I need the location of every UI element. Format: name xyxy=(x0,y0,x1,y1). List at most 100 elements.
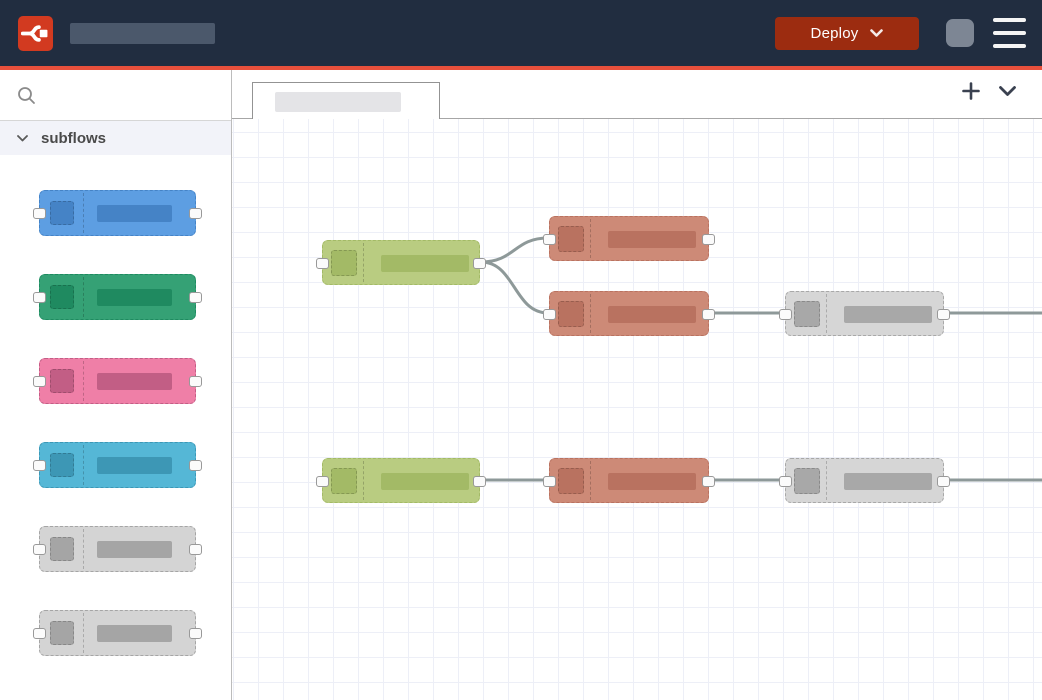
node-icon-separator xyxy=(83,445,84,485)
node-output-port[interactable] xyxy=(189,628,202,639)
node-icon-placeholder xyxy=(558,226,584,252)
node-input-port[interactable] xyxy=(543,309,556,320)
node-label-placeholder xyxy=(97,205,172,222)
node-label-placeholder xyxy=(97,373,172,390)
palette-search[interactable] xyxy=(0,70,231,121)
node-output-port[interactable] xyxy=(189,544,202,555)
search-icon xyxy=(17,86,36,105)
node-input-port[interactable] xyxy=(33,628,46,639)
node-input-port[interactable] xyxy=(33,292,46,303)
node-icon-placeholder xyxy=(50,537,74,561)
node-label-placeholder xyxy=(608,231,696,248)
node-icon-separator xyxy=(363,461,364,500)
node-output-port[interactable] xyxy=(189,292,202,303)
workspace-title-placeholder xyxy=(70,23,215,44)
hamburger-icon xyxy=(993,18,1026,22)
node-label-placeholder xyxy=(381,255,469,272)
palette-node-blue[interactable] xyxy=(39,190,196,236)
flow-node-green[interactable] xyxy=(322,458,480,503)
node-icon-separator xyxy=(83,529,84,569)
node-icon-placeholder xyxy=(331,468,357,494)
deploy-button[interactable]: Deploy xyxy=(775,17,919,50)
node-label-placeholder xyxy=(97,541,172,558)
node-label-placeholder xyxy=(97,457,172,474)
wire-layer xyxy=(232,119,1042,700)
node-icon-placeholder xyxy=(794,468,820,494)
chevron-down-icon xyxy=(999,86,1016,97)
add-flow-button[interactable] xyxy=(960,80,982,102)
node-output-port[interactable] xyxy=(937,309,950,320)
node-output-port[interactable] xyxy=(473,258,486,269)
node-output-port[interactable] xyxy=(473,476,486,487)
node-icon-separator xyxy=(590,461,591,500)
node-label-placeholder xyxy=(844,306,932,323)
node-input-port[interactable] xyxy=(316,258,329,269)
node-icon-placeholder xyxy=(50,201,74,225)
flow-node-orange[interactable] xyxy=(549,291,709,336)
node-input-port[interactable] xyxy=(779,476,792,487)
node-input-port[interactable] xyxy=(33,544,46,555)
node-icon-placeholder xyxy=(558,301,584,327)
node-label-placeholder xyxy=(97,625,172,642)
palette-node-green[interactable] xyxy=(39,274,196,320)
node-label-placeholder xyxy=(844,473,932,490)
flow-node-gray[interactable] xyxy=(785,458,944,503)
node-icon-placeholder xyxy=(331,250,357,276)
node-output-port[interactable] xyxy=(702,309,715,320)
node-label-placeholder xyxy=(608,306,696,323)
palette-node-list xyxy=(0,155,231,700)
flow-canvas[interactable] xyxy=(232,119,1042,700)
node-icon-placeholder xyxy=(50,453,74,477)
node-input-port[interactable] xyxy=(33,376,46,387)
tab-actions xyxy=(960,80,1018,102)
node-output-port[interactable] xyxy=(189,376,202,387)
palette-node-gray[interactable] xyxy=(39,610,196,656)
node-icon-separator xyxy=(826,294,827,333)
node-icon-placeholder xyxy=(558,468,584,494)
node-label-placeholder xyxy=(97,289,172,306)
node-input-port[interactable] xyxy=(779,309,792,320)
palette-node-pink[interactable] xyxy=(39,358,196,404)
node-icon-placeholder xyxy=(794,301,820,327)
node-input-port[interactable] xyxy=(543,234,556,245)
palette-node-cyan[interactable] xyxy=(39,442,196,488)
palette-node-gray[interactable] xyxy=(39,526,196,572)
wire[interactable] xyxy=(481,262,548,313)
flow-list-button[interactable] xyxy=(997,84,1018,99)
node-icon-placeholder xyxy=(50,369,74,393)
node-icon-separator xyxy=(363,243,364,282)
chevron-down-icon xyxy=(17,135,28,142)
node-input-port[interactable] xyxy=(316,476,329,487)
node-output-port[interactable] xyxy=(937,476,950,487)
header-bar: Deploy xyxy=(0,0,1042,66)
hamburger-icon xyxy=(993,44,1026,48)
flow-tab[interactable] xyxy=(252,82,440,119)
workspace-area xyxy=(232,70,1042,700)
node-icon-separator xyxy=(590,294,591,333)
flow-tab-bar xyxy=(232,70,1042,119)
node-label-placeholder xyxy=(381,473,469,490)
flow-tab-label-placeholder xyxy=(275,92,401,112)
node-icon-placeholder xyxy=(50,285,74,309)
node-output-port[interactable] xyxy=(189,208,202,219)
node-output-port[interactable] xyxy=(702,234,715,245)
node-output-port[interactable] xyxy=(702,476,715,487)
flow-node-green[interactable] xyxy=(322,240,480,285)
user-avatar[interactable] xyxy=(946,19,974,47)
node-red-logo xyxy=(18,16,53,51)
flow-node-orange[interactable] xyxy=(549,216,709,261)
node-output-port[interactable] xyxy=(189,460,202,471)
node-icon-separator xyxy=(83,193,84,233)
node-input-port[interactable] xyxy=(33,208,46,219)
node-input-port[interactable] xyxy=(543,476,556,487)
plus-icon xyxy=(962,82,980,100)
wire[interactable] xyxy=(481,238,548,262)
flow-node-orange[interactable] xyxy=(549,458,709,503)
node-icon-separator xyxy=(83,361,84,401)
main-menu-button[interactable] xyxy=(993,18,1026,48)
palette-category-label: subflows xyxy=(41,130,106,147)
palette-category-subflows[interactable]: subflows xyxy=(0,121,231,155)
flow-node-gray[interactable] xyxy=(785,291,944,336)
node-input-port[interactable] xyxy=(33,460,46,471)
node-icon-placeholder xyxy=(50,621,74,645)
